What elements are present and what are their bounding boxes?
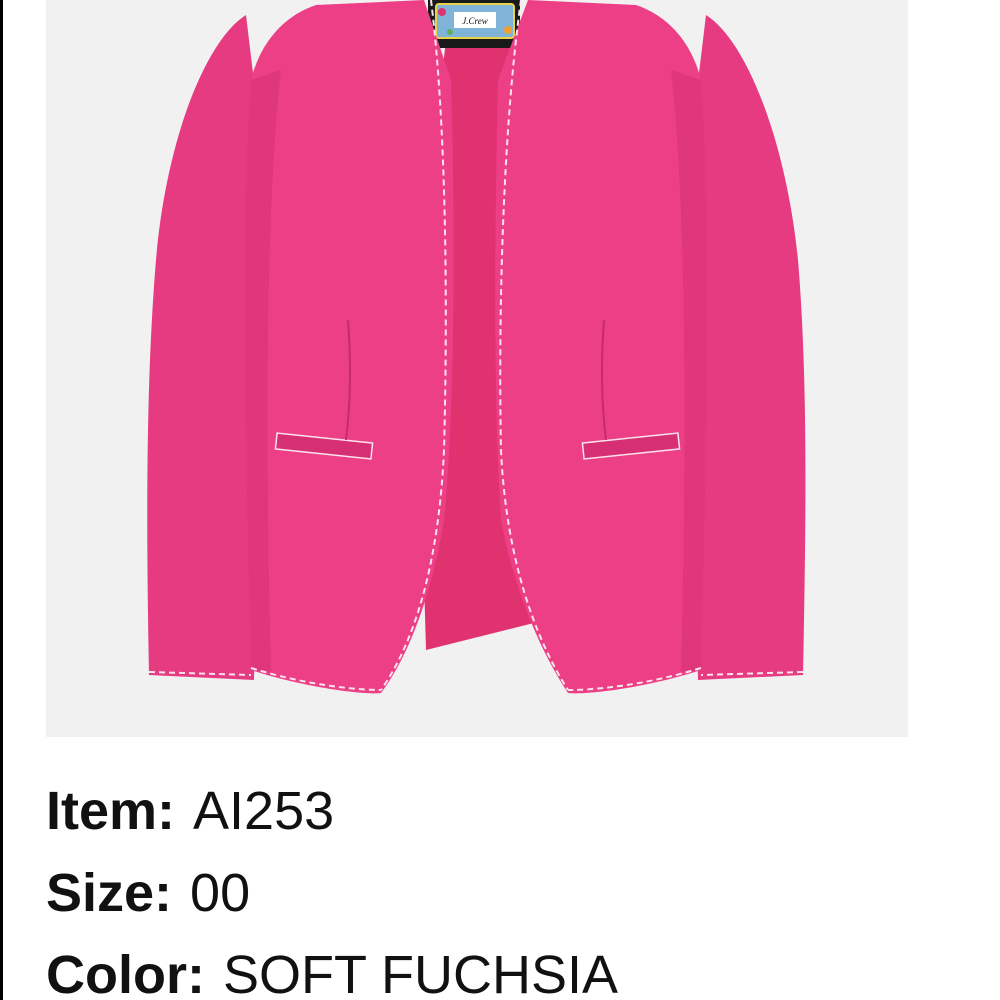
listing-page: J.Crew Item: AI253 Size: 00 Color: SOFT …	[0, 0, 1000, 1000]
brand-label-text: J.Crew	[462, 16, 487, 26]
size-row: Size: 00	[46, 852, 986, 934]
size-label: Size:	[46, 863, 173, 923]
color-row: Color: SOFT FUCHSIA	[46, 934, 986, 1000]
item-label: Item:	[46, 781, 176, 841]
size-value: 00	[190, 863, 251, 923]
product-details: Item: AI253 Size: 00 Color: SOFT FUCHSIA	[46, 770, 986, 1000]
left-border	[0, 0, 3, 1000]
jacket-icon: J.Crew	[147, 0, 806, 694]
color-value: SOFT FUCHSIA	[222, 945, 619, 1000]
item-row: Item: AI253	[46, 770, 986, 852]
color-label: Color:	[46, 945, 205, 1000]
product-photo: J.Crew	[46, 0, 908, 737]
item-value: AI253	[193, 781, 335, 841]
